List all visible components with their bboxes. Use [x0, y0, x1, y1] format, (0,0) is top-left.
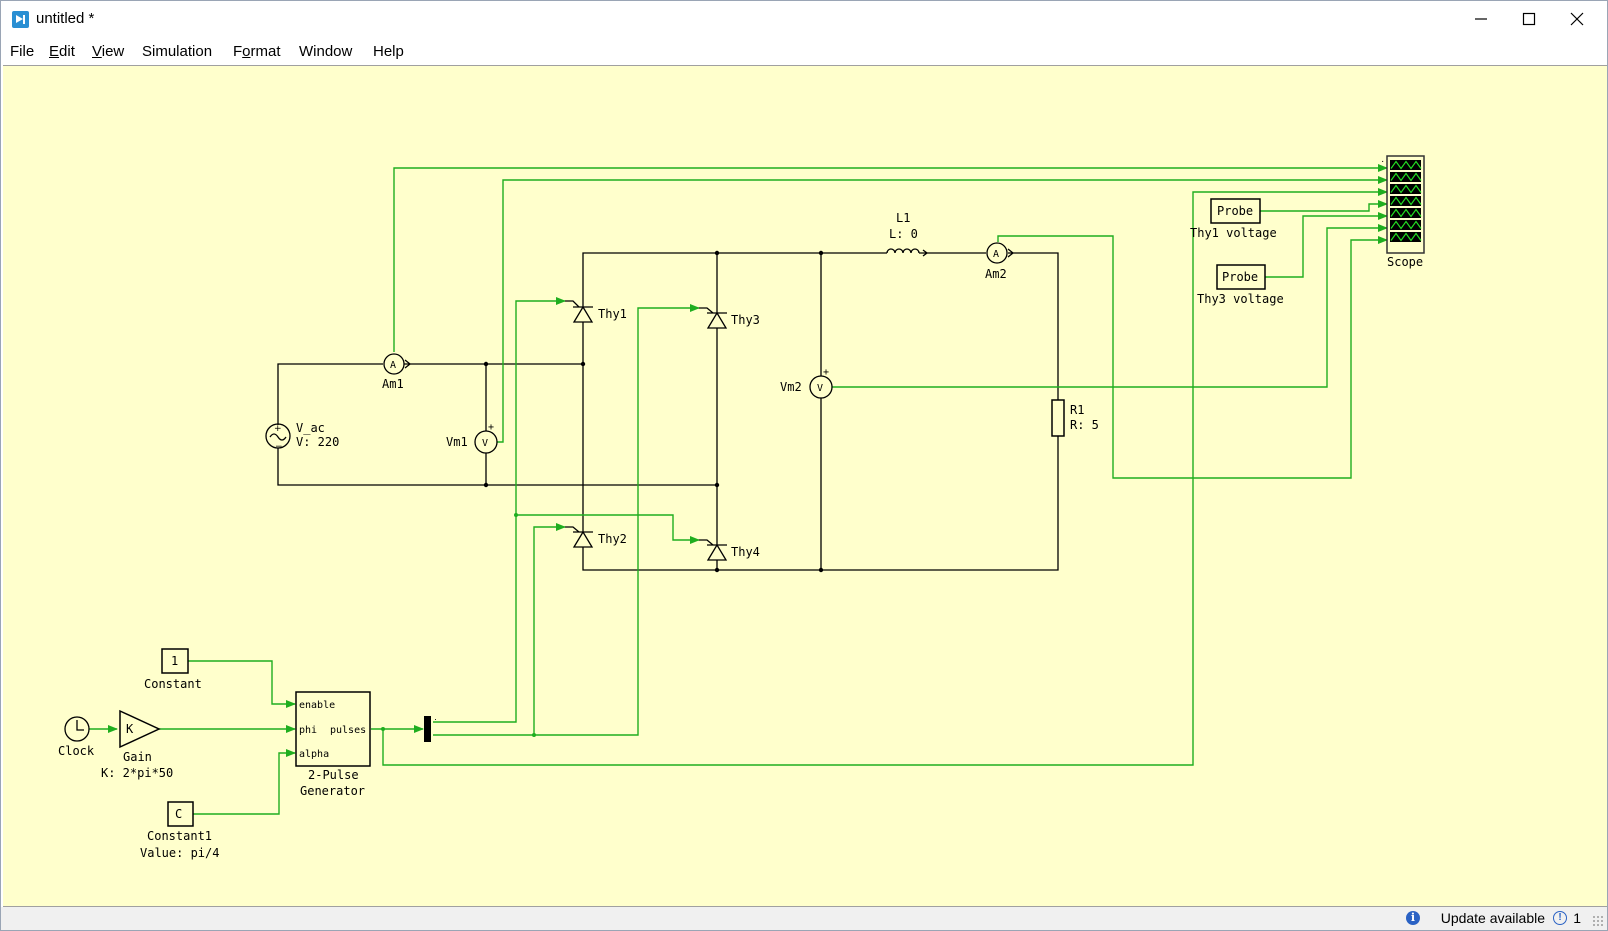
l1-param: L: 0 — [889, 227, 918, 241]
port-enable: enable — [299, 700, 335, 711]
menu-help[interactable]: Help — [373, 43, 404, 60]
title-bar: untitled * — [1, 1, 1607, 37]
svg-text:−: − — [275, 442, 283, 452]
vm1-polarity: + — [488, 422, 494, 433]
vm1-label: Vm1 — [446, 435, 468, 449]
inductor-l1[interactable] — [886, 248, 929, 257]
menu-file[interactable]: File — [10, 43, 34, 60]
probe-thy3-label: Thy3 voltage — [1197, 292, 1284, 306]
application-window: untitled * File Edit View Simulation For… — [0, 0, 1608, 931]
probe-thy3-text: Probe — [1222, 270, 1258, 284]
svg-text:·: · — [434, 714, 437, 724]
menu-simulation[interactable]: Simulation — [142, 43, 212, 60]
svg-text:+: + — [274, 424, 282, 434]
am2-label: Am2 — [985, 267, 1007, 281]
svg-text:·: · — [1381, 156, 1384, 167]
v-ac-label: V_ac — [296, 421, 325, 435]
close-icon — [1570, 12, 1584, 26]
am1-label: Am1 — [382, 377, 404, 391]
probe-thy1-text: Probe — [1217, 204, 1253, 218]
l1-label: L1 — [896, 211, 910, 225]
menu-view[interactable]: View — [92, 43, 124, 60]
gain-glyph: K — [126, 722, 134, 736]
scope-label: Scope — [1387, 255, 1423, 269]
v-ac-param: V: 220 — [296, 435, 339, 449]
close-button[interactable] — [1549, 1, 1605, 37]
window-title: untitled * — [36, 10, 95, 27]
status-bar: i Update available ! 1 — [1, 907, 1607, 930]
thy3-label: Thy3 — [731, 313, 760, 327]
pulse-generator-label-1: 2-Pulse — [308, 768, 359, 782]
update-available-link[interactable]: Update available — [1441, 910, 1545, 926]
power-wires — [277, 250, 1059, 573]
thyristor-thy4[interactable] — [699, 539, 728, 561]
r1-param: R: 5 — [1070, 418, 1099, 432]
constant1-value: C — [175, 807, 182, 821]
signal-wires — [89, 164, 1388, 815]
constant-label: Constant — [144, 677, 202, 691]
thy4-label: Thy4 — [731, 545, 760, 559]
clock-block[interactable] — [64, 716, 90, 742]
maximize-icon — [1522, 12, 1536, 26]
menu-format[interactable]: Format — [233, 43, 281, 60]
vm1-glyph: V — [482, 438, 488, 449]
app-logo-icon — [12, 11, 29, 28]
minimize-icon — [1475, 18, 1487, 20]
demux-block[interactable] — [424, 716, 431, 742]
r1-label: R1 — [1070, 403, 1084, 417]
port-phi: phi — [299, 725, 317, 736]
am1-glyph: A — [390, 360, 396, 371]
scope-block[interactable] — [1386, 155, 1425, 254]
thyristor-thy2[interactable] — [565, 526, 594, 548]
port-alpha: alpha — [299, 749, 329, 760]
warning-icon[interactable]: ! — [1553, 911, 1567, 925]
vm2-polarity: + — [823, 367, 829, 378]
pulse-generator-label-2: Generator — [300, 784, 365, 798]
vm2-label: Vm2 — [780, 380, 802, 394]
probe-thy1-label: Thy1 voltage — [1190, 226, 1277, 240]
gain-param: K: 2*pi*50 — [101, 766, 173, 780]
constant1-label: Constant1 — [147, 829, 212, 843]
ac-voltage-source[interactable]: + − — [265, 423, 291, 452]
am2-glyph: A — [993, 249, 999, 260]
info-icon: i — [1406, 911, 1420, 925]
menu-window[interactable]: Window — [299, 43, 352, 60]
thy2-label: Thy2 — [598, 532, 627, 546]
minimize-button[interactable] — [1453, 1, 1509, 37]
vm2-glyph: V — [817, 383, 823, 394]
warning-count[interactable]: 1 — [1573, 910, 1581, 926]
constant1-param: Value: pi/4 — [140, 846, 219, 860]
port-pulses: pulses — [330, 725, 366, 736]
thyristor-thy3[interactable] — [699, 307, 728, 329]
thyristor-thy1[interactable] — [565, 300, 594, 323]
circuit-diagram: + − V_ac V: 220 A Am1 V + Vm1 Thy1 Thy3 … — [58, 155, 1425, 860]
menu-edit[interactable]: Edit — [49, 43, 75, 60]
gain-label: Gain — [123, 750, 152, 764]
maximize-button[interactable] — [1509, 1, 1549, 37]
resize-grip[interactable] — [1592, 915, 1604, 927]
resistor-r1[interactable] — [1051, 399, 1065, 437]
thy1-label: Thy1 — [598, 307, 627, 321]
constant-value: 1 — [171, 654, 178, 668]
diagram-canvas[interactable]: + − V_ac V: 220 A Am1 V + Vm1 Thy1 Thy3 … — [3, 65, 1607, 907]
menu-bar: File Edit View Simulation Format Window … — [1, 39, 1607, 65]
clock-label: Clock — [58, 744, 95, 758]
